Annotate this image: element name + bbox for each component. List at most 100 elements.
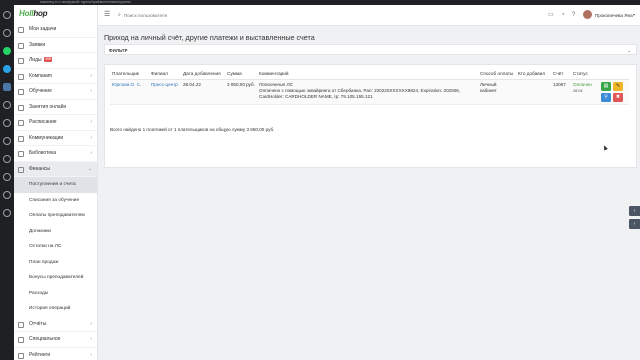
- schedule-icon: [18, 120, 24, 126]
- comment-body: Оплачено с помощью эквайринга от Сбербан…: [259, 88, 461, 99]
- collapse-panel-tab-1[interactable]: ‹: [629, 206, 640, 216]
- sidebar-item-requests[interactable]: Заявки: [14, 38, 97, 53]
- sidebar-item-finance[interactable]: Финансы ⌄: [14, 161, 97, 177]
- sidebar-item-reports[interactable]: Отчёты ›: [14, 317, 97, 332]
- sidebar-item-ratings[interactable]: Рейтинги ›: [14, 348, 97, 360]
- avatar[interactable]: [583, 10, 592, 19]
- table-row: Юрлова О. С. Пресс-центр 28.04.22 3 850,…: [110, 79, 629, 105]
- star-icon[interactable]: [3, 29, 11, 37]
- col-amount[interactable]: Сумма: [225, 71, 257, 80]
- special-icon: [18, 337, 24, 343]
- payments-table: Плательщик Филиал Дата добавления Сумма …: [110, 71, 629, 105]
- sidebar-subitem-teacher-payments[interactable]: Оплаты преподавателям: [14, 208, 97, 224]
- sidebar-item-company[interactable]: Компания ›: [14, 69, 97, 84]
- clock-icon[interactable]: [3, 191, 11, 199]
- sidebar-item-my-tasks[interactable]: Мои задачи: [14, 22, 97, 38]
- sidebar-subitem-expenses[interactable]: Расходы: [14, 286, 97, 302]
- vk-icon[interactable]: [3, 83, 11, 91]
- sidebar-subitem-sales-plan[interactable]: План продаж: [14, 255, 97, 271]
- collapse-panel-tab-2[interactable]: ‹: [629, 219, 640, 229]
- company-icon: [18, 73, 24, 80]
- telegram-icon[interactable]: [3, 65, 11, 73]
- sidebar-subitem-income-invoices[interactable]: Поступления и счета: [14, 177, 97, 193]
- play-icon[interactable]: [3, 137, 11, 145]
- settings-icon[interactable]: [3, 209, 11, 217]
- app-icon-rail: [0, 5, 14, 360]
- sidebar-item-schedule[interactable]: Расписание ›: [14, 115, 97, 131]
- sidebar-subitem-tuition-writeoffs[interactable]: Списания за обучение: [14, 193, 97, 209]
- payments-card: Плательщик Филиал Дата добавления Сумма …: [104, 64, 637, 168]
- col-method[interactable]: Способ оплаты: [478, 71, 516, 80]
- sidebar-item-leads[interactable]: Лиды 498: [14, 53, 97, 69]
- heart-icon[interactable]: [3, 173, 11, 181]
- user-search-input[interactable]: [124, 10, 274, 20]
- home-icon[interactable]: [3, 11, 11, 19]
- branch-link[interactable]: Пресс-центр: [149, 79, 181, 105]
- chat-icon[interactable]: [3, 101, 11, 109]
- link-button[interactable]: ⚲: [601, 93, 611, 102]
- sidebar-item-education[interactable]: Обучение ›: [14, 84, 97, 100]
- finance-icon: [18, 166, 24, 173]
- app-logo[interactable]: Hollhop: [14, 5, 97, 22]
- chevron-right-icon: ›: [90, 320, 92, 327]
- reports-icon: [18, 321, 24, 328]
- logo-part-2: hop: [33, 9, 48, 18]
- ratings-icon: [18, 352, 24, 359]
- col-payer[interactable]: Плательщик: [110, 71, 149, 80]
- col-comment[interactable]: Комментарий: [257, 71, 478, 80]
- col-date-added[interactable]: Дата добавления: [181, 71, 225, 80]
- page-title: Приход на личный счёт, другие платежи и …: [104, 33, 315, 42]
- delete-button[interactable]: ✖: [613, 93, 623, 102]
- chevron-down-icon[interactable]: ▾: [633, 12, 635, 17]
- table-header-row: Плательщик Филиал Дата добавления Сумма …: [110, 71, 629, 80]
- receipt-button[interactable]: ▤: [601, 82, 611, 91]
- leads-count-badge: 498: [43, 57, 53, 63]
- help-icon[interactable]: ?: [572, 11, 575, 19]
- col-status[interactable]: Статус: [571, 71, 599, 80]
- col-branch[interactable]: Филиал: [149, 71, 181, 80]
- user-name[interactable]: Прокопичева Яна: [595, 13, 633, 18]
- education-icon: [18, 89, 24, 95]
- sidebar-item-label: Рейтинги: [29, 351, 51, 358]
- payer-link[interactable]: Юрлова О. С.: [110, 79, 149, 105]
- logo-part-1: Holl: [19, 9, 34, 18]
- sidebar-item-special[interactable]: Специальное ›: [14, 332, 97, 348]
- added-by-cell: [516, 79, 551, 105]
- chevron-down-icon: ⌄: [627, 47, 631, 53]
- actions-cell: ▤ ✎ ⚲ ✖: [599, 79, 629, 105]
- invoice-cell: 13087: [551, 79, 571, 105]
- history-icon[interactable]: [3, 119, 11, 127]
- sidebar-item-communications[interactable]: Коммуникации ›: [14, 131, 97, 146]
- filter-panel-toggle[interactable]: ФИЛЬТР ⌄: [104, 44, 637, 55]
- status-date: 28.04: [573, 89, 583, 93]
- main-content: Приход на личный счёт, другие платежи и …: [98, 26, 640, 360]
- search-icon: ⌕: [118, 12, 121, 18]
- sidebar-item-label: Мои задачи: [29, 26, 57, 32]
- sidebar-item-label: Библиотека: [29, 150, 57, 156]
- whatsapp-icon[interactable]: [3, 47, 11, 55]
- col-invoice[interactable]: Счёт: [551, 71, 571, 80]
- sidebar-subitem-teacher-bonuses[interactable]: Бонусы преподавателей: [14, 270, 97, 286]
- sidebar: Hollhop Мои задачи Заявки Лиды 498 Компан…: [14, 5, 98, 360]
- comment-cell: Пополнение ЛС Оплачено с помощью эквайри…: [257, 79, 478, 105]
- sidebar-subitem-debtors[interactable]: Должники: [14, 224, 97, 240]
- leads-icon: [18, 58, 24, 64]
- notifications-icon[interactable]: ◔: [561, 11, 565, 19]
- method-cell: Личный кабинет: [478, 79, 516, 105]
- sidebar-item-library[interactable]: Библиотека ›: [14, 146, 97, 162]
- sidebar-item-online-lessons[interactable]: Занятия онлайн: [14, 100, 97, 115]
- messages-icon[interactable]: ▭: [548, 11, 554, 19]
- browser-url: наконец-то с выгрузкой: курсы/приёмы/опл…: [40, 0, 131, 4]
- col-added-by[interactable]: Кто добавил: [516, 71, 551, 80]
- amount-cell: 3 850,00 руб.: [225, 79, 257, 105]
- chevron-down-icon: ⌄: [87, 165, 92, 172]
- edit-button[interactable]: ✎: [613, 82, 623, 91]
- box-icon[interactable]: [3, 155, 11, 163]
- sidebar-subitem-account-balances[interactable]: Остатки на ЛС: [14, 239, 97, 255]
- top-header: ☰ ⌕ ▭ ◔ ? Прокопичева Яна ▾: [98, 5, 640, 26]
- chevron-right-icon: ›: [90, 134, 92, 141]
- sidebar-subitem-operations-history[interactable]: История операций: [14, 301, 97, 317]
- sidebar-item-label: Специальное: [29, 336, 61, 342]
- menu-toggle-icon[interactable]: ☰: [104, 11, 110, 19]
- sidebar-item-label: Коммуникации: [29, 134, 64, 141]
